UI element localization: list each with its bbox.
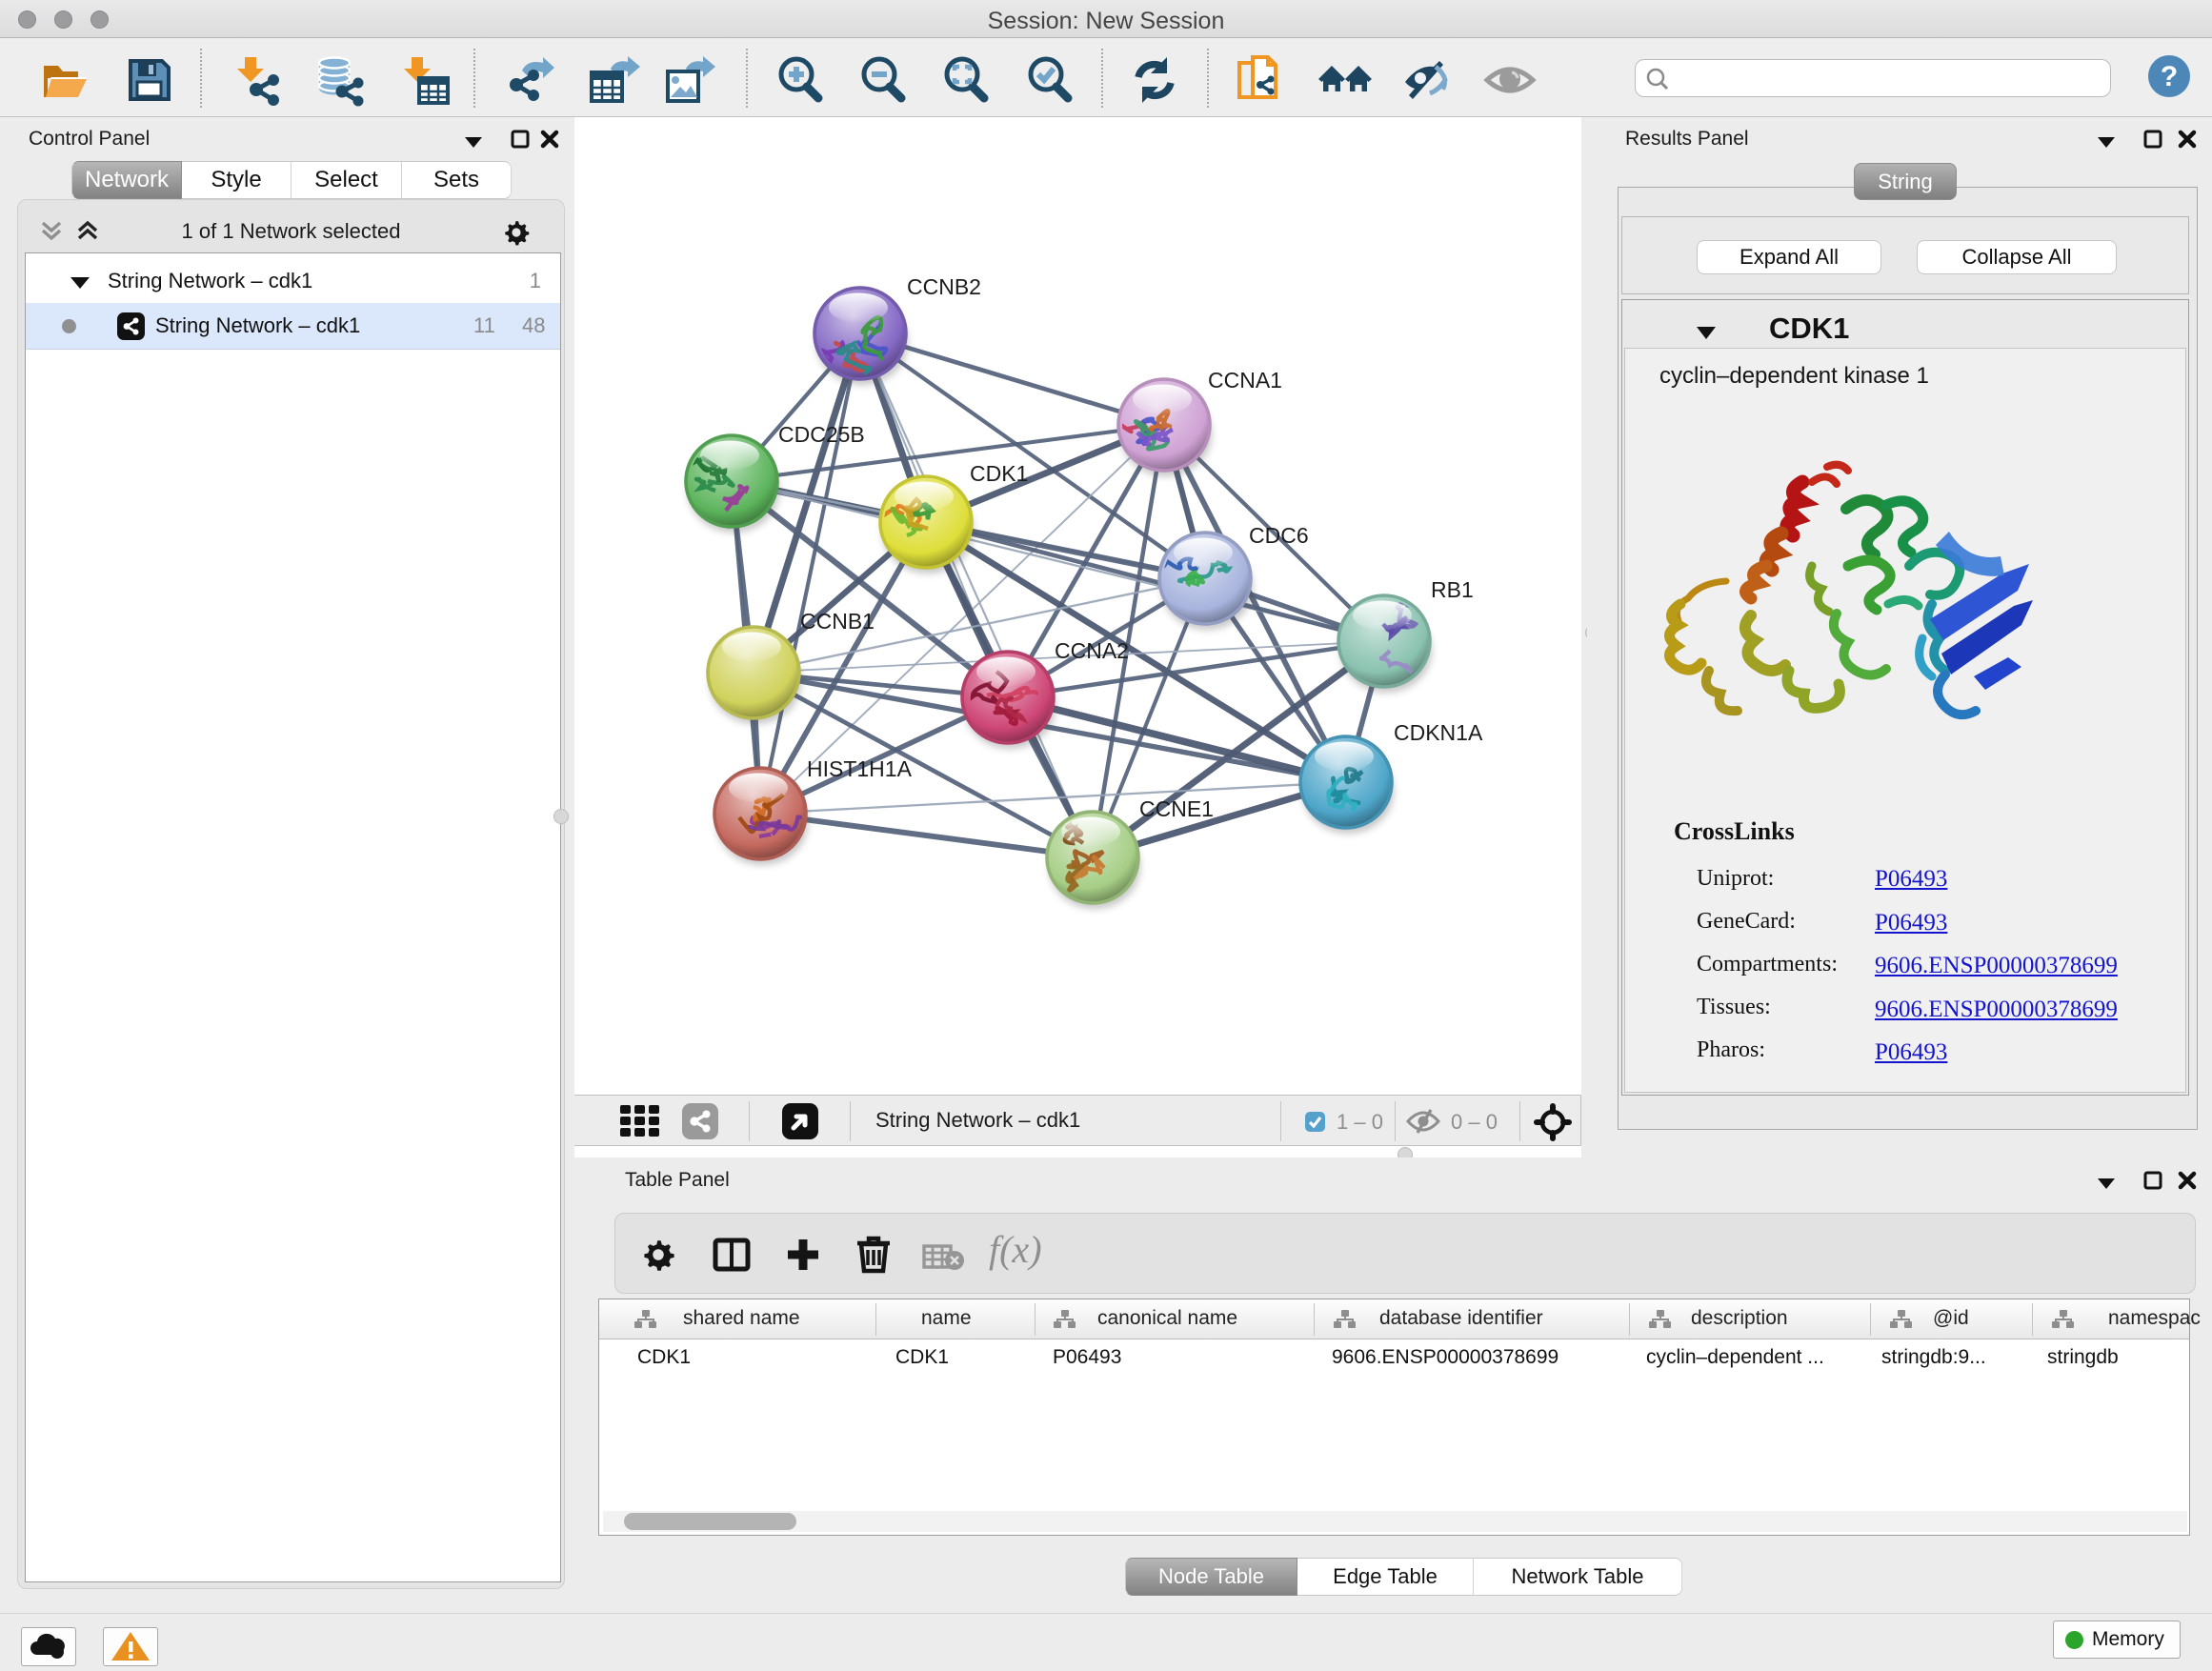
svg-text:CCNB1: CCNB1 xyxy=(800,609,875,634)
svg-text:CDK1: CDK1 xyxy=(970,461,1028,486)
svg-text:CDC6: CDC6 xyxy=(1249,523,1309,548)
svg-text:?: ? xyxy=(2161,61,2178,92)
svg-text:CDKN1A: CDKN1A xyxy=(1394,720,1483,745)
svg-text:CCNB2: CCNB2 xyxy=(907,274,981,299)
svg-text:RB1: RB1 xyxy=(1431,577,1474,602)
svg-text:CDC25B: CDC25B xyxy=(778,422,865,447)
svg-text:CCNA2: CCNA2 xyxy=(1055,638,1129,663)
svg-text:CCNE1: CCNE1 xyxy=(1139,796,1214,821)
svg-text:HIST1H1A: HIST1H1A xyxy=(807,756,913,781)
svg-text:CCNA1: CCNA1 xyxy=(1208,368,1282,393)
